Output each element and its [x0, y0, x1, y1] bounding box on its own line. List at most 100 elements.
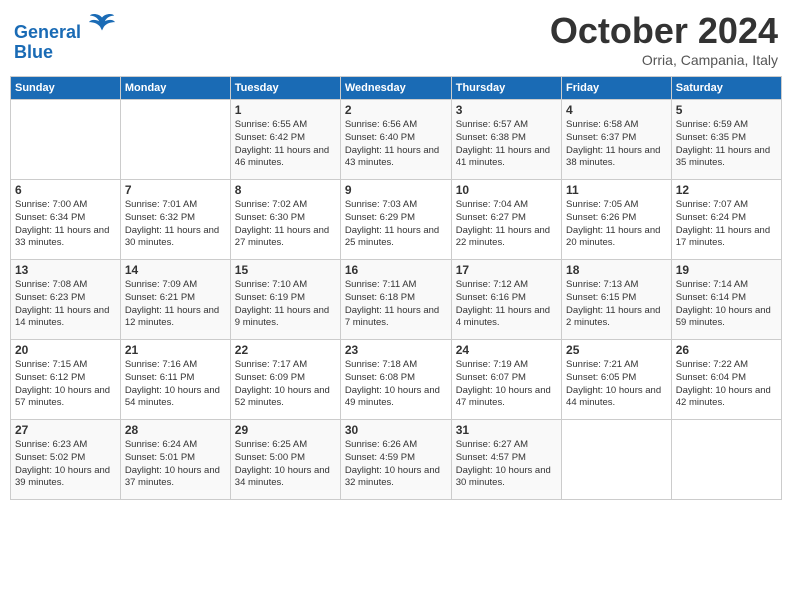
day-number: 20 — [15, 343, 116, 357]
day-number: 26 — [676, 343, 777, 357]
calendar-cell: 3 Sunrise: 6:57 AM Sunset: 6:38 PM Daylig… — [451, 100, 561, 180]
day-detail: Sunrise: 7:21 AM Sunset: 6:05 PM Dayligh… — [566, 359, 667, 410]
calendar-cell — [120, 100, 230, 180]
day-number: 13 — [15, 263, 116, 277]
calendar-cell: 23Sunrise: 7:18 AM Sunset: 6:08 PM Dayli… — [340, 340, 451, 420]
weekday-header-thursday: Thursday — [451, 77, 561, 100]
day-number: 2 — [345, 103, 447, 117]
day-number: 7 — [125, 183, 226, 197]
day-detail: Sunrise: 7:22 AM Sunset: 6:04 PM Dayligh… — [676, 359, 777, 410]
day-detail: Sunrise: 7:14 AM Sunset: 6:14 PM Dayligh… — [676, 279, 777, 330]
day-detail: Sunrise: 7:15 AM Sunset: 6:12 PM Dayligh… — [15, 359, 116, 410]
day-detail: Sunrise: 7:11 AM Sunset: 6:18 PM Dayligh… — [345, 279, 447, 330]
day-number: 23 — [345, 343, 447, 357]
logo-blue: Blue — [14, 42, 53, 62]
calendar-cell: 4Sunrise: 6:58 AM Sunset: 6:37 PM Daylig… — [562, 100, 672, 180]
day-number: 25 — [566, 343, 667, 357]
calendar-week-3: 13 Sunrise: 7:08 AM Sunset: 6:23 PM Dayli… — [11, 260, 782, 340]
day-number: 27 — [15, 423, 116, 437]
day-detail: Sunrise: 6:58 AM Sunset: 6:37 PM Dayligh… — [566, 119, 667, 170]
day-detail: Sunrise: 6:26 AM Sunset: 4:59 PM Dayligh… — [345, 439, 447, 490]
day-number: 3 — [456, 103, 557, 117]
calendar-cell: 2 Sunrise: 6:56 AM Sunset: 6:40 PM Daylig… — [340, 100, 451, 180]
calendar-cell — [562, 420, 672, 500]
calendar-cell: 15Sunrise: 7:10 AM Sunset: 6:19 PM Dayli… — [230, 260, 340, 340]
day-number: 11 — [566, 183, 667, 197]
calendar-table: SundayMondayTuesdayWednesdayThursdayFrid… — [10, 76, 782, 500]
calendar-cell: 9 Sunrise: 7:03 AM Sunset: 6:29 PM Daylig… — [340, 180, 451, 260]
day-number: 14 — [125, 263, 226, 277]
calendar-week-5: 27 Sunrise: 6:23 AM Sunset: 5:02 PM Dayli… — [11, 420, 782, 500]
calendar-cell: 16Sunrise: 7:11 AM Sunset: 6:18 PM Dayli… — [340, 260, 451, 340]
day-number: 29 — [235, 423, 336, 437]
calendar-cell: 5 Sunrise: 6:59 AM Sunset: 6:35 PM Daylig… — [671, 100, 781, 180]
day-detail: Sunrise: 7:12 AM Sunset: 6:16 PM Dayligh… — [456, 279, 557, 330]
calendar-week-1: 1 Sunrise: 6:55 AM Sunset: 6:42 PM Daylig… — [11, 100, 782, 180]
calendar-week-2: 6 Sunrise: 7:00 AM Sunset: 6:34 PM Daylig… — [11, 180, 782, 260]
day-number: 10 — [456, 183, 557, 197]
day-detail: Sunrise: 7:07 AM Sunset: 6:24 PM Dayligh… — [676, 199, 777, 250]
weekday-header-sunday: Sunday — [11, 77, 121, 100]
calendar-cell: 13 Sunrise: 7:08 AM Sunset: 6:23 PM Dayli… — [11, 260, 121, 340]
day-number: 31 — [456, 423, 557, 437]
calendar-cell: 25 Sunrise: 7:21 AM Sunset: 6:05 PM Dayli… — [562, 340, 672, 420]
calendar-cell: 29Sunrise: 6:25 AM Sunset: 5:00 PM Dayli… — [230, 420, 340, 500]
day-detail: Sunrise: 6:55 AM Sunset: 6:42 PM Dayligh… — [235, 119, 336, 170]
logo-bird-icon — [88, 10, 116, 38]
weekday-header-row: SundayMondayTuesdayWednesdayThursdayFrid… — [11, 77, 782, 100]
day-detail: Sunrise: 6:59 AM Sunset: 6:35 PM Dayligh… — [676, 119, 777, 170]
day-detail: Sunrise: 7:05 AM Sunset: 6:26 PM Dayligh… — [566, 199, 667, 250]
day-number: 9 — [345, 183, 447, 197]
calendar-cell: 31 Sunrise: 6:27 AM Sunset: 4:57 PM Dayli… — [451, 420, 561, 500]
calendar-cell — [11, 100, 121, 180]
weekday-header-saturday: Saturday — [671, 77, 781, 100]
calendar-cell: 30 Sunrise: 6:26 AM Sunset: 4:59 PM Dayli… — [340, 420, 451, 500]
day-detail: Sunrise: 7:10 AM Sunset: 6:19 PM Dayligh… — [235, 279, 336, 330]
calendar-cell: 11 Sunrise: 7:05 AM Sunset: 6:26 PM Dayli… — [562, 180, 672, 260]
day-detail: Sunrise: 7:03 AM Sunset: 6:29 PM Dayligh… — [345, 199, 447, 250]
calendar-cell: 22 Sunrise: 7:17 AM Sunset: 6:09 PM Dayli… — [230, 340, 340, 420]
calendar-cell — [671, 420, 781, 500]
day-detail: Sunrise: 6:56 AM Sunset: 6:40 PM Dayligh… — [345, 119, 447, 170]
day-number: 22 — [235, 343, 336, 357]
day-detail: Sunrise: 7:01 AM Sunset: 6:32 PM Dayligh… — [125, 199, 226, 250]
day-number: 5 — [676, 103, 777, 117]
calendar-cell: 1 Sunrise: 6:55 AM Sunset: 6:42 PM Daylig… — [230, 100, 340, 180]
day-detail: Sunrise: 7:02 AM Sunset: 6:30 PM Dayligh… — [235, 199, 336, 250]
day-number: 18 — [566, 263, 667, 277]
day-detail: Sunrise: 7:04 AM Sunset: 6:27 PM Dayligh… — [456, 199, 557, 250]
day-number: 12 — [676, 183, 777, 197]
logo-general: General — [14, 22, 81, 42]
day-detail: Sunrise: 6:23 AM Sunset: 5:02 PM Dayligh… — [15, 439, 116, 490]
title-block: October 2024 Orria, Campania, Italy — [550, 10, 778, 68]
calendar-cell: 20 Sunrise: 7:15 AM Sunset: 6:12 PM Dayli… — [11, 340, 121, 420]
day-detail: Sunrise: 6:57 AM Sunset: 6:38 PM Dayligh… — [456, 119, 557, 170]
day-detail: Sunrise: 6:27 AM Sunset: 4:57 PM Dayligh… — [456, 439, 557, 490]
weekday-header-friday: Friday — [562, 77, 672, 100]
day-detail: Sunrise: 7:16 AM Sunset: 6:11 PM Dayligh… — [125, 359, 226, 410]
calendar-cell: 6 Sunrise: 7:00 AM Sunset: 6:34 PM Daylig… — [11, 180, 121, 260]
calendar-week-4: 20 Sunrise: 7:15 AM Sunset: 6:12 PM Dayli… — [11, 340, 782, 420]
day-number: 24 — [456, 343, 557, 357]
day-detail: Sunrise: 7:17 AM Sunset: 6:09 PM Dayligh… — [235, 359, 336, 410]
calendar-cell: 7 Sunrise: 7:01 AM Sunset: 6:32 PM Daylig… — [120, 180, 230, 260]
calendar-cell: 17Sunrise: 7:12 AM Sunset: 6:16 PM Dayli… — [451, 260, 561, 340]
calendar-cell: 18Sunrise: 7:13 AM Sunset: 6:15 PM Dayli… — [562, 260, 672, 340]
day-detail: Sunrise: 7:08 AM Sunset: 6:23 PM Dayligh… — [15, 279, 116, 330]
month-title: October 2024 — [550, 10, 778, 52]
day-number: 28 — [125, 423, 226, 437]
day-number: 21 — [125, 343, 226, 357]
day-detail: Sunrise: 7:00 AM Sunset: 6:34 PM Dayligh… — [15, 199, 116, 250]
day-number: 8 — [235, 183, 336, 197]
day-number: 1 — [235, 103, 336, 117]
calendar-cell: 12 Sunrise: 7:07 AM Sunset: 6:24 PM Dayli… — [671, 180, 781, 260]
calendar-cell: 8 Sunrise: 7:02 AM Sunset: 6:30 PM Daylig… — [230, 180, 340, 260]
calendar-cell: 26 Sunrise: 7:22 AM Sunset: 6:04 PM Dayli… — [671, 340, 781, 420]
weekday-header-tuesday: Tuesday — [230, 77, 340, 100]
location: Orria, Campania, Italy — [550, 52, 778, 68]
calendar-cell: 19Sunrise: 7:14 AM Sunset: 6:14 PM Dayli… — [671, 260, 781, 340]
weekday-header-monday: Monday — [120, 77, 230, 100]
calendar-cell: 28Sunrise: 6:24 AM Sunset: 5:01 PM Dayli… — [120, 420, 230, 500]
day-number: 6 — [15, 183, 116, 197]
day-number: 30 — [345, 423, 447, 437]
